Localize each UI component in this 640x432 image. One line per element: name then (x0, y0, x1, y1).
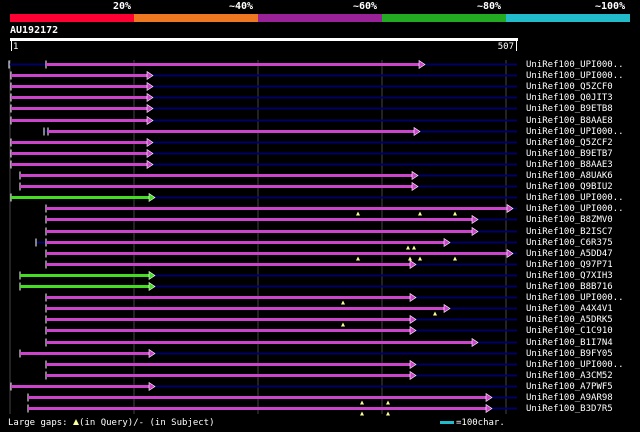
gap-marker-icon (356, 256, 360, 261)
hit-label[interactable]: UniRef100_Q0JIT3 (526, 93, 613, 103)
hit-arrow-icon (148, 381, 156, 392)
gap-marker-icon (453, 256, 457, 261)
hit-arrow-icon (146, 92, 154, 103)
hit-label[interactable]: UniRef100_UPI000.. (526, 193, 624, 203)
gap-marker-icon (418, 256, 422, 261)
hit-arrow-icon (148, 192, 156, 203)
hit-label[interactable]: UniRef100_B9ETB8 (526, 104, 613, 114)
hit-arrow-icon (506, 203, 514, 214)
hit-label[interactable]: UniRef100_B8AAE8 (526, 116, 613, 126)
hit-arrow-icon (146, 103, 154, 114)
gap-marker-icon (341, 300, 345, 305)
hit-arrow-icon (418, 59, 426, 70)
hit-arrow-icon (409, 259, 417, 270)
hit-label[interactable]: UniRef100_A8UAK6 (526, 171, 613, 181)
gap-marker-icon (386, 411, 390, 416)
gap-marker-icon (418, 211, 422, 216)
hit-arrow-icon (471, 226, 479, 237)
gap-marker-icon (406, 245, 410, 250)
gap-marker-icon (453, 211, 457, 216)
hit-arrow-icon (146, 137, 154, 148)
hit-label[interactable]: UniRef100_Q5ZCF0 (526, 82, 613, 92)
hit-label[interactable]: UniRef100_B8AAE3 (526, 160, 613, 170)
hit-label[interactable]: UniRef100_UPI000.. (526, 71, 624, 81)
hit-arrow-icon (411, 170, 419, 181)
hit-arrow-icon (471, 337, 479, 348)
hit-label[interactable]: UniRef100_A7PWF5 (526, 382, 613, 392)
hit-label[interactable]: UniRef100_UPI000.. (526, 360, 624, 370)
hit-label[interactable]: UniRef100_UPI000.. (526, 293, 624, 303)
legend-query-label: (in Query) (79, 418, 134, 428)
legend: Large gaps: (in Query)/- (in Subject) (8, 418, 215, 429)
hit-arrow-icon (409, 359, 417, 370)
hit-label[interactable]: UniRef100_A9AR98 (526, 393, 613, 403)
gap-marker-icon (412, 245, 416, 250)
legend-subject-label: - (in Subject) (138, 418, 215, 428)
gap-marker-icon (341, 322, 345, 327)
gap-marker-icon (360, 400, 364, 405)
hit-arrow-icon (409, 370, 417, 381)
hit-label[interactable]: UniRef100_B2ISC7 (526, 227, 613, 237)
scale-swatch-icon (440, 421, 454, 424)
hit-arrow-icon (148, 281, 156, 292)
hit-label[interactable]: UniRef100_Q5ZCF2 (526, 138, 613, 148)
hit-arrow-icon (471, 214, 479, 225)
hit-arrow-icon (146, 81, 154, 92)
hit-label[interactable]: UniRef100_C6R375 (526, 238, 613, 248)
hit-arrow-icon (146, 70, 154, 81)
hit-arrow-icon (146, 148, 154, 159)
hit-arrow-icon (413, 126, 421, 137)
hit-label[interactable]: UniRef100_B3D7R5 (526, 404, 613, 414)
hit-label[interactable]: UniRef100_B1I7N4 (526, 338, 613, 348)
hit-arrow-icon (443, 303, 451, 314)
hit-arrow-icon (146, 115, 154, 126)
legend-scale: =100char. (440, 418, 505, 429)
hit-arrow-icon (409, 325, 417, 336)
hit-arrow-icon (485, 403, 493, 414)
hit-label[interactable]: UniRef100_A5DD47 (526, 249, 613, 259)
gap-marker-icon (433, 311, 437, 316)
hit-arrow-icon (485, 392, 493, 403)
hit-label[interactable]: UniRef100_UPI000.. (526, 127, 624, 137)
hit-label[interactable]: UniRef100_B9ETB7 (526, 149, 613, 159)
hit-label[interactable]: UniRef100_A3CM52 (526, 371, 613, 381)
hit-label[interactable]: UniRef100_B9FY05 (526, 349, 613, 359)
gap-marker-icon (408, 256, 412, 261)
hit-arrow-icon (409, 314, 417, 325)
hit-label[interactable]: UniRef100_A5DRK5 (526, 315, 613, 325)
hit-arrow-icon (443, 237, 451, 248)
hit-label[interactable]: UniRef100_B8B716 (526, 282, 613, 292)
gap-marker-icon (356, 211, 360, 216)
hit-label[interactable]: UniRef100_C1C910 (526, 326, 613, 336)
hit-arrow-icon (148, 348, 156, 359)
hit-label[interactable]: UniRef100_UPI000.. (526, 60, 624, 70)
gap-marker-icon (386, 400, 390, 405)
gap-marker-icon (360, 411, 364, 416)
hit-arrow-icon (411, 181, 419, 192)
hit-label[interactable]: UniRef100_A4X4V1 (526, 304, 613, 314)
hit-arrow-icon (148, 270, 156, 281)
hit-label[interactable]: UniRef100_UPI000.. (526, 204, 624, 214)
hit-arrow-icon (146, 159, 154, 170)
hit-label[interactable]: UniRef100_Q7XIH3 (526, 271, 613, 281)
hit-label[interactable]: UniRef100_Q97P71 (526, 260, 613, 270)
hit-label[interactable]: UniRef100_B8ZMV0 (526, 215, 613, 225)
hit-label[interactable]: UniRef100_Q9BIU2 (526, 182, 613, 192)
hit-arrow-icon (506, 248, 514, 259)
hit-arrow-icon (409, 292, 417, 303)
legend-prefix: Large gaps: (8, 418, 68, 428)
legend-scale-text: =100char. (456, 418, 505, 428)
